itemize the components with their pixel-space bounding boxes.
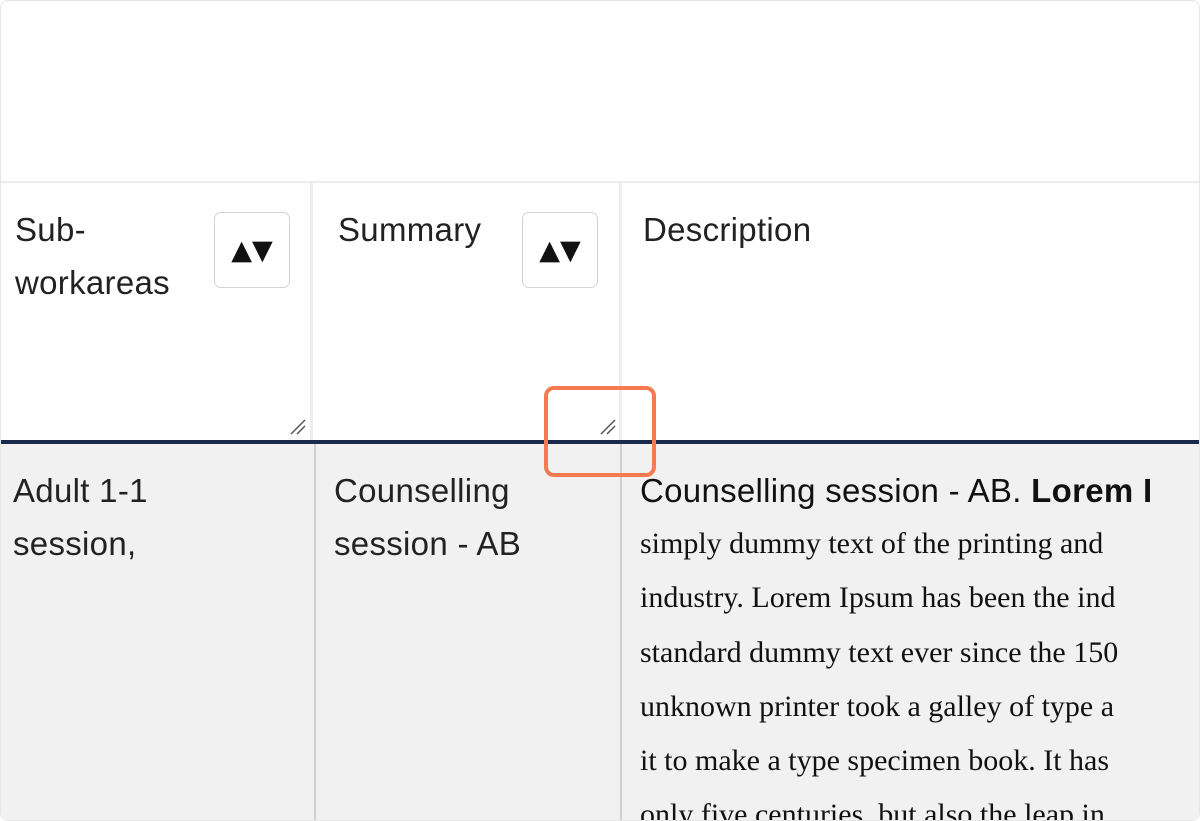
description-line: industry. Lorem Ipsum has been the ind	[640, 581, 1116, 615]
sort-button[interactable]: ▲▼	[214, 212, 290, 288]
description-text: Counselling session - AB. Lorem I simply…	[640, 464, 1199, 821]
description-bold: Lorem I	[1031, 472, 1153, 509]
description-first-line: Counselling session - AB. Lorem I	[640, 464, 1199, 517]
description-line: it to make a type specimen book. It has	[640, 744, 1110, 778]
resize-handle-icon[interactable]	[287, 416, 307, 436]
description-line: simply dummy text of the printing and	[640, 527, 1104, 560]
table-top-area	[1, 1, 1199, 183]
table-container: Sub- workareas ▲▼ Summary ▲▼ Description	[0, 0, 1200, 821]
cell-subworkareas: Adult 1-1 session,	[1, 444, 316, 820]
sort-up-down-icon: ▲▼	[539, 234, 581, 266]
sort-button[interactable]: ▲▼	[522, 212, 598, 288]
cell-text: Counselling session - AB	[334, 472, 522, 562]
column-header-description: Description	[622, 183, 1199, 440]
sort-up-down-icon: ▲▼	[231, 234, 273, 266]
column-header-label: Sub- workareas	[15, 211, 170, 301]
cell-summary: Counselling session - AB	[316, 444, 622, 820]
table-header-row: Sub- workareas ▲▼ Summary ▲▼ Description	[1, 183, 1199, 440]
column-header-subworkareas: Sub- workareas ▲▼	[1, 183, 313, 440]
cell-text: Adult 1-1 session,	[13, 472, 148, 562]
description-plain: Counselling session - AB.	[640, 472, 1032, 509]
description-line: standard dummy text ever since the 150	[640, 635, 1119, 669]
column-header-summary: Summary ▲▼	[316, 183, 622, 440]
column-header-label: Description	[643, 211, 812, 248]
description-line: only five centuries, but also the leap i…	[640, 798, 1105, 821]
resize-handle-icon[interactable]	[597, 416, 617, 436]
cell-description: Counselling session - AB. Lorem I simply…	[622, 444, 1199, 821]
description-line: unknown printer took a galley of type a	[640, 689, 1115, 723]
table-row[interactable]: Adult 1-1 session, Counselling session -…	[1, 444, 1199, 821]
column-header-label: Summary	[338, 211, 482, 248]
